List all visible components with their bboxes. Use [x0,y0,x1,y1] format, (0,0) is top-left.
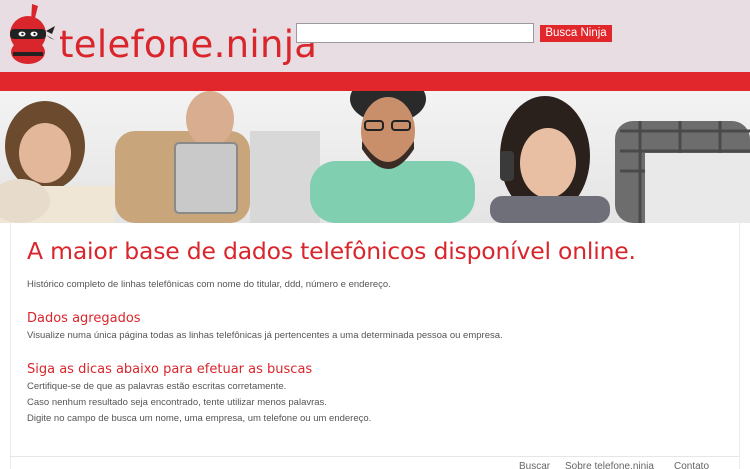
tip-item: Digite no campo de busca um nome, uma em… [27,413,372,424]
search-input[interactable] [296,23,534,43]
footer-link-sobre[interactable]: Sobre telefone.ninja [565,461,654,469]
site-header: telefone.ninja Busca Ninja [0,0,750,72]
site-logo-text[interactable]: telefone.ninja [59,26,317,63]
tip-item: Caso nenhum resultado seja encontrado, t… [27,397,327,408]
hero-banner [0,91,750,223]
ninja-mascot-icon[interactable] [4,2,56,66]
content-panel: A maior base de dados telefônicos dispon… [10,223,740,469]
search-button[interactable]: Busca Ninja [540,25,612,42]
footer-link-contato[interactable]: Contato [674,461,709,469]
intro-text: Histórico completo de linhas telefônicas… [27,279,391,290]
main-content: A maior base de dados telefônicos dispon… [0,223,750,469]
section-title-dicas: Siga as dicas abaixo para efetuar as bus… [27,362,313,377]
section-text-dados-agregados: Visualize numa única página todas as lin… [27,330,503,341]
hero-photo [0,91,750,223]
footer-link-buscar[interactable]: Buscar [519,461,550,469]
section-title-dados-agregados: Dados agregados [27,311,141,326]
footer-divider [10,456,740,457]
tip-item: Certifique-se de que as palavras estão e… [27,381,287,392]
red-nav-bar [0,72,750,91]
page-headline: A maior base de dados telefônicos dispon… [27,237,636,265]
